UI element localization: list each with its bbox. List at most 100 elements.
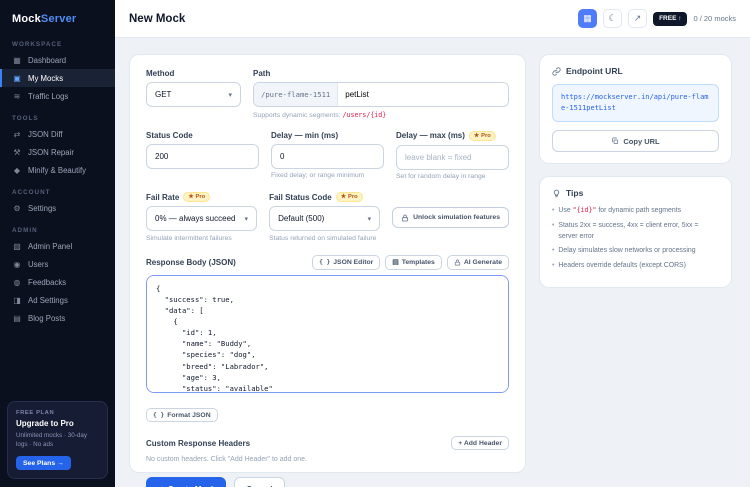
- fail-rate-select[interactable]: 0% — always succeed ▾: [146, 206, 258, 231]
- path-input[interactable]: [338, 83, 508, 106]
- delay-max-label: Delay — max (ms) ★ Pro: [396, 130, 509, 141]
- add-header-button[interactable]: + Add Header: [451, 436, 509, 450]
- path-label: Path: [253, 69, 271, 78]
- sidebar-item-blog-posts[interactable]: ▤ Blog Posts: [0, 309, 115, 327]
- app-window: MockServer WORKSPACE ▦ Dashboard ▣ My Mo…: [0, 0, 750, 487]
- ads-icon: ◨: [13, 295, 21, 305]
- plan-upsell-card: FREE PLAN Upgrade to Pro Unlimited mocks…: [7, 400, 108, 479]
- response-body-textarea[interactable]: { "success": true, "data": [ { "id": 1, …: [146, 274, 509, 393]
- method-label: Method: [146, 69, 175, 78]
- sidebar-item-label: Minify & Beautify: [28, 165, 87, 175]
- section-title-tools: TOOLS: [12, 115, 39, 122]
- chevron-down-icon: ▾: [367, 215, 372, 223]
- templates-button[interactable]: ▤ Templates: [385, 254, 442, 270]
- format-json-button[interactable]: { } Format JSON: [146, 408, 218, 422]
- traffic-icon: ≋: [13, 91, 21, 101]
- beautify-icon: ◆: [13, 165, 21, 175]
- users-icon: ◉: [13, 259, 21, 269]
- no-headers-note: No custom headers. Click "Add Header" to…: [146, 456, 307, 463]
- sidebar-item-minify-beautify[interactable]: ◆ Minify & Beautify: [0, 161, 115, 179]
- star-icon: ★: [188, 194, 194, 200]
- star-icon: ★: [473, 132, 480, 139]
- sidebar-item-label: Traffic Logs: [28, 91, 69, 101]
- custom-headers-label: Custom Response Headers: [146, 438, 251, 448]
- ai-generate-button[interactable]: AI Generate: [446, 254, 509, 270]
- fail-rate-label: Fail Rate ★ Pro: [146, 192, 257, 202]
- sidebar-item-json-repair[interactable]: ⚒ JSON Repair: [0, 143, 115, 161]
- method-value: GET: [155, 90, 172, 99]
- json-editor-button[interactable]: { } JSON Editor: [312, 254, 381, 270]
- fail-status-value: Default (500): [278, 214, 325, 223]
- sidebar-item-settings[interactable]: ⚙ Settings: [0, 199, 115, 217]
- endpoint-url-title: Endpoint URL: [552, 66, 719, 76]
- feedback-icon: ◍: [13, 277, 21, 287]
- sidebar-item-users[interactable]: ◉ Users: [0, 255, 115, 273]
- fail-status-hint: Status returned on simulated failure: [269, 234, 377, 242]
- sidebar-item-my-mocks[interactable]: ▣ My Mocks: [0, 69, 115, 87]
- section-title-admin: ADMIN: [12, 227, 38, 234]
- content-area: Method GET ▾ Path /pure-flame-1511 Suppo…: [115, 38, 750, 487]
- create-mock-button[interactable]: ✓Create Mock: [146, 477, 227, 487]
- section-title-account: ACCOUNT: [12, 189, 51, 196]
- mocks-icon: ▣: [13, 73, 21, 83]
- pro-badge: ★ Pro: [183, 192, 211, 202]
- pro-badge: ★ Pro: [335, 192, 363, 202]
- shield-icon: ▧: [13, 241, 21, 251]
- copy-url-button[interactable]: Copy URL: [552, 130, 719, 153]
- method-select[interactable]: GET ▾: [146, 82, 241, 107]
- sidebar-item-label: Feedbacks: [28, 277, 67, 287]
- delay-min-input[interactable]: [271, 143, 384, 169]
- endpoint-url-card: Endpoint URL https://mockserver.in/api/p…: [539, 54, 732, 165]
- endpoint-url-value[interactable]: https://mockserver.in/api/pure-flame-151…: [552, 84, 719, 123]
- fail-rate-value: 0% — always succeed: [155, 214, 236, 223]
- unlock-simulation-button[interactable]: Unlock simulation features: [392, 207, 509, 228]
- status-code-input[interactable]: [146, 143, 259, 169]
- delay-max-input[interactable]: [396, 144, 509, 170]
- path-prefix: /pure-flame-1511: [254, 83, 339, 106]
- sidebar-item-ad-settings[interactable]: ◨ Ad Settings: [0, 291, 115, 309]
- braces-icon: { }: [319, 258, 331, 266]
- sidebar-item-traffic-logs[interactable]: ≋ Traffic Logs: [0, 87, 115, 105]
- link-icon: [552, 66, 561, 76]
- sidebar-item-dashboard[interactable]: ▦ Dashboard: [0, 51, 115, 69]
- sidebar-item-label: My Mocks: [28, 73, 64, 83]
- main-area: New Mock ▦ ☾ ↗ FREE ↑ 0 / 20 mocks Metho…: [115, 0, 750, 487]
- page-title: New Mock: [129, 12, 186, 25]
- fail-status-select[interactable]: Default (500) ▾: [269, 206, 381, 231]
- blog-icon: ▤: [13, 313, 21, 323]
- response-body-actions: { } JSON Editor ▤ Templates AI Generate: [312, 254, 509, 270]
- repair-icon: ⚒: [13, 147, 21, 157]
- sidebar-item-label: Ad Settings: [28, 295, 68, 305]
- lock-icon: [402, 214, 409, 221]
- mock-usage-count: 0 / 20 mocks: [693, 14, 736, 23]
- delay-min-hint: Fixed delay; or range minimum: [271, 172, 365, 179]
- tip-item: • Delay simulates slow networks or proces…: [552, 247, 696, 255]
- gear-icon: ⚙: [13, 203, 21, 213]
- topbar-actions: ▦ ☾ ↗ FREE ↑ 0 / 20 mocks: [578, 9, 736, 28]
- tip-item: • Use "{id}" for dynamic path segments: [552, 206, 682, 215]
- fail-status-label: Fail Status Code ★ Pro: [269, 192, 380, 202]
- copy-icon: [612, 138, 619, 145]
- see-plans-button[interactable]: See Plans →: [16, 456, 71, 470]
- app-logo[interactable]: MockServer: [0, 0, 115, 31]
- top-bar: New Mock ▦ ☾ ↗ FREE ↑ 0 / 20 mocks: [115, 0, 750, 38]
- chevron-down-icon: ▾: [228, 91, 232, 99]
- sidebar-item-label: JSON Diff: [28, 129, 63, 139]
- cancel-button[interactable]: Cancel: [234, 477, 285, 487]
- path-hint-code: /users/{id}: [342, 110, 387, 119]
- plan-badge: FREE PLAN: [16, 409, 55, 416]
- lock-icon: [454, 259, 461, 265]
- free-plan-badge[interactable]: FREE ↑: [653, 11, 688, 26]
- sidebar-item-admin-panel[interactable]: ▧ Admin Panel: [0, 237, 115, 255]
- sidebar-item-label: Users: [28, 259, 49, 269]
- moon-icon[interactable]: ☾: [603, 9, 623, 28]
- plan-description: Unlimited mocks · 30-day logs · No ads: [16, 431, 88, 449]
- tips-list: • Use "{id}" for dynamic path segments • S…: [552, 206, 719, 271]
- sidebar-item-json-diff[interactable]: ⇄ JSON Diff: [0, 125, 115, 143]
- external-link-icon[interactable]: ↗: [628, 9, 648, 28]
- path-input-group: /pure-flame-1511: [253, 82, 509, 107]
- grid-icon[interactable]: ▦: [578, 9, 598, 28]
- fail-rate-hint: Simulate intermittent failures: [146, 234, 232, 242]
- sidebar-item-feedbacks[interactable]: ◍ Feedbacks: [0, 273, 115, 291]
- template-icon: ▤: [392, 259, 399, 266]
